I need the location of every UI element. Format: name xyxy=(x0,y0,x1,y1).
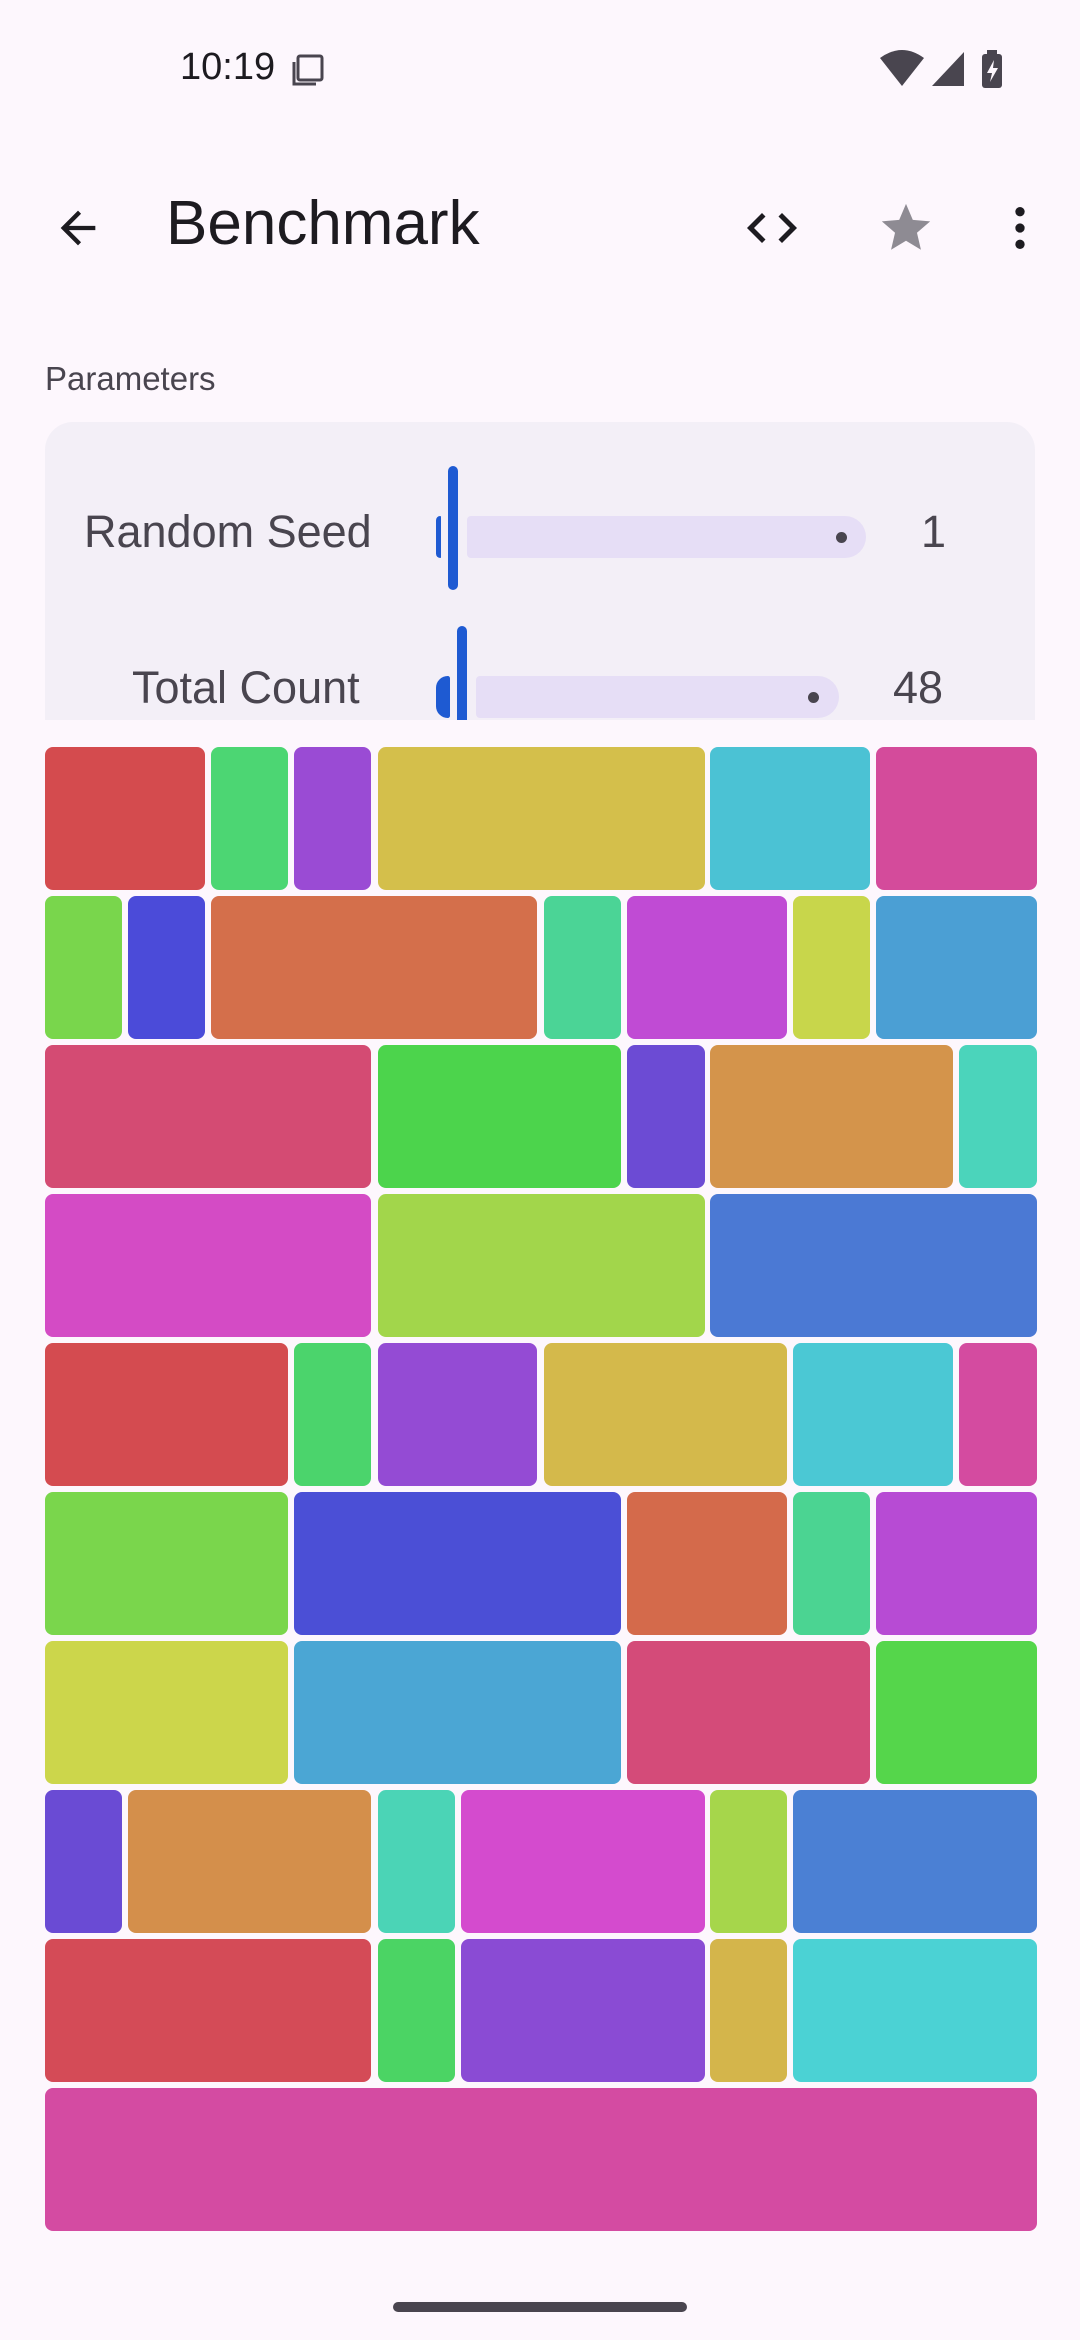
color-tile xyxy=(544,896,621,1039)
total-count-slider[interactable] xyxy=(436,626,839,720)
random-seed-slider[interactable] xyxy=(436,466,866,590)
color-tile xyxy=(45,1045,371,1188)
color-tile xyxy=(461,1790,705,1933)
total-count-value: 48 xyxy=(893,662,944,713)
parameters-card: Random Seed 1 Total Count 48 xyxy=(45,422,1035,720)
color-tile xyxy=(294,1641,621,1784)
color-tile xyxy=(544,1343,787,1486)
home-indicator[interactable] xyxy=(393,2302,687,2312)
color-tile xyxy=(294,747,371,890)
star-icon xyxy=(881,203,931,250)
slider-thumb[interactable] xyxy=(448,466,458,590)
color-tile xyxy=(627,1045,705,1188)
param-row-total-count: Total Count 48 xyxy=(45,626,1035,720)
color-tile xyxy=(793,1492,870,1635)
code-button[interactable] xyxy=(732,190,812,266)
color-tile xyxy=(627,1641,870,1784)
wifi-icon xyxy=(880,50,924,86)
slider-inactive-track xyxy=(467,516,866,558)
color-tile xyxy=(128,896,205,1039)
code-icon xyxy=(747,213,797,243)
color-tile xyxy=(45,1492,288,1635)
color-tile xyxy=(45,2088,1037,2231)
status-bar: 10:19 xyxy=(0,0,1080,140)
color-tile xyxy=(627,1492,787,1635)
color-tile xyxy=(294,1343,371,1486)
color-tile xyxy=(876,896,1037,1039)
slider-inactive-track xyxy=(476,676,839,718)
slider-active-track xyxy=(436,516,441,558)
total-count-label: Total Count xyxy=(132,662,360,713)
color-tile xyxy=(378,1939,455,2082)
slider-active-track xyxy=(436,676,450,718)
color-tile xyxy=(710,1939,787,2082)
color-tile xyxy=(378,1790,455,1933)
color-tile xyxy=(211,747,288,890)
signal-icon xyxy=(932,52,964,86)
param-row-random-seed: Random Seed 1 xyxy=(45,466,1035,596)
status-time: 10:19 xyxy=(180,46,276,88)
color-tile xyxy=(710,1194,1037,1337)
slider-stop-indicator xyxy=(808,692,819,703)
color-tile xyxy=(45,1790,122,1933)
color-tile xyxy=(45,1194,371,1337)
color-tile xyxy=(378,1045,621,1188)
color-tile xyxy=(710,1790,787,1933)
benchmark-tile-grid xyxy=(0,0,1080,2340)
arrow-back-icon xyxy=(60,210,96,246)
color-tile xyxy=(710,1045,953,1188)
battery-icon xyxy=(982,50,1002,88)
color-tile xyxy=(627,896,787,1039)
slider-thumb[interactable] xyxy=(457,626,467,720)
top-app-bar: Benchmark xyxy=(0,160,1080,290)
notification-icon xyxy=(292,54,324,86)
color-tile xyxy=(211,896,537,1039)
color-tile xyxy=(793,1939,1037,2082)
color-tile xyxy=(876,747,1037,890)
page-title: Benchmark xyxy=(166,189,480,258)
color-tile xyxy=(45,896,122,1039)
color-tile xyxy=(876,1492,1037,1635)
color-tile xyxy=(461,1939,705,2082)
slider-stop-indicator xyxy=(836,532,847,543)
color-tile xyxy=(45,1939,371,2082)
color-tile xyxy=(294,1492,621,1635)
color-tile xyxy=(45,1343,288,1486)
color-tile xyxy=(876,1641,1037,1784)
section-label: Parameters xyxy=(45,360,216,397)
color-tile xyxy=(959,1343,1037,1486)
color-tile xyxy=(710,747,870,890)
back-button[interactable] xyxy=(40,190,116,266)
favorite-button[interactable] xyxy=(866,190,946,266)
color-tile xyxy=(959,1045,1037,1188)
color-tile xyxy=(45,1641,288,1784)
status-icons xyxy=(880,48,1080,92)
random-seed-label: Random Seed xyxy=(84,506,372,557)
random-seed-value: 1 xyxy=(921,506,947,557)
color-tile xyxy=(378,747,705,890)
more-options-button[interactable] xyxy=(990,190,1050,266)
color-tile xyxy=(128,1790,371,1933)
color-tile xyxy=(793,896,870,1039)
color-tile xyxy=(378,1194,705,1337)
more-vert-icon xyxy=(1015,207,1025,249)
color-tile xyxy=(45,747,205,890)
color-tile xyxy=(378,1343,537,1486)
color-tile xyxy=(793,1790,1037,1933)
color-tile xyxy=(793,1343,953,1486)
